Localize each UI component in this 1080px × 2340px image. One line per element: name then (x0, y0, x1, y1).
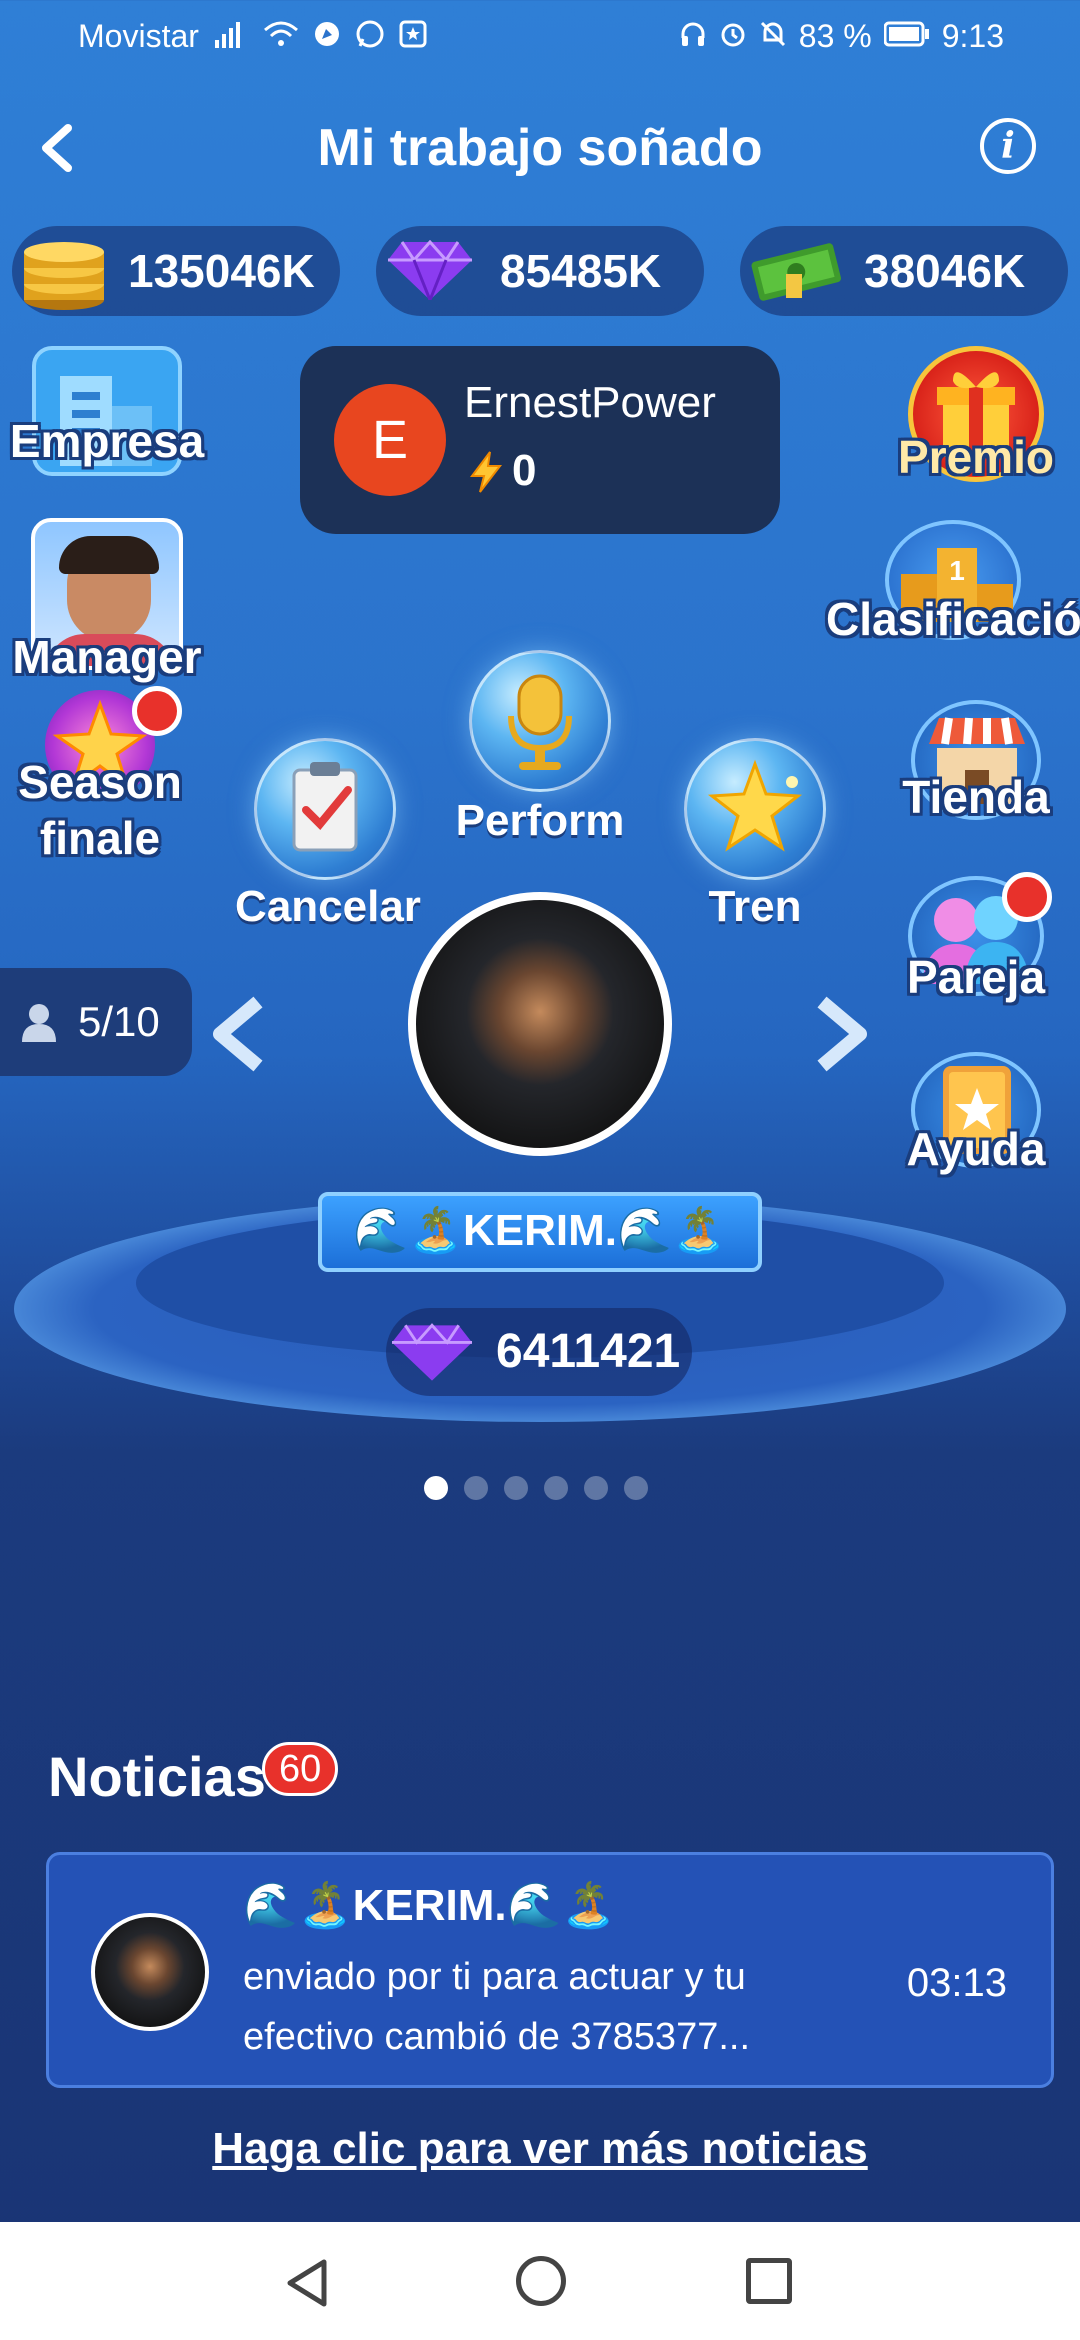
system-nav-bar (0, 2222, 1080, 2340)
performer-count: 5/10 (0, 968, 192, 1076)
signal-icon (213, 20, 249, 54)
premio-label: Premio (898, 431, 1054, 483)
person-icon (20, 1002, 58, 1052)
headset-icon (679, 20, 707, 54)
premio-button[interactable]: Premio (876, 346, 1076, 484)
page-dot[interactable] (584, 1476, 608, 1500)
tienda-button[interactable]: Tienda (876, 700, 1076, 824)
chevron-right-icon (817, 996, 867, 1072)
info-icon: i (1001, 125, 1015, 167)
nav-back-button[interactable] (282, 2258, 332, 2313)
gems-value: 85485K (500, 245, 662, 297)
gem-icon (388, 239, 472, 305)
tren-button[interactable] (684, 738, 826, 880)
carrier-label: Movistar (78, 18, 199, 54)
news-avatar (91, 1913, 209, 2031)
wifi-icon (263, 20, 299, 54)
pareja-button[interactable]: Pareja (876, 872, 1076, 1004)
clasificacion-label: Clasificació (826, 593, 1080, 645)
star-icon (684, 738, 826, 880)
user-card[interactable]: E ErnestPower 0 (300, 346, 780, 534)
page-dot[interactable] (504, 1476, 528, 1500)
nav-home-button[interactable] (516, 2256, 566, 2306)
gems-pill[interactable]: 85485K (376, 226, 704, 316)
performer-gems: 6411421 (386, 1308, 692, 1396)
performer-gems-value: 6411421 (496, 1325, 681, 1378)
alarm-icon (719, 20, 747, 54)
info-button[interactable]: i (980, 118, 1036, 174)
page-dot[interactable] (464, 1476, 488, 1500)
user-name: ErnestPower (464, 378, 716, 427)
svg-text:1: 1 (949, 555, 965, 586)
news-item[interactable]: 🌊🏝️KERIM.🌊🏝️ enviado por ti para actuar … (46, 1852, 1054, 2088)
cancelar-button[interactable] (254, 738, 396, 880)
news-message: enviado por ti para actuar y tu efectivo… (243, 1956, 751, 2058)
performer-name: 🌊🏝️KERIM.🌊🏝️ (318, 1192, 762, 1272)
coins-icon (18, 232, 110, 312)
news-time: 03:13 (906, 1961, 1007, 2005)
lightning-icon (464, 450, 508, 499)
cancelar-label: Cancelar (235, 882, 421, 931)
page-title: Mi trabajo soñado (317, 119, 763, 177)
news-title: Noticias (48, 1745, 266, 1808)
tienda-label: Tienda (902, 771, 1050, 823)
news-count-badge: 60 (262, 1742, 339, 1796)
clipboard-check-icon (254, 738, 396, 880)
clasificacion-button[interactable]: 1 Clasificació (826, 520, 1080, 646)
mute-bell-icon (759, 20, 787, 54)
page-dot[interactable] (424, 1476, 448, 1500)
whatsapp-icon (355, 19, 385, 55)
manager-label: Manager (12, 631, 202, 683)
coins-value: 135046K (128, 245, 315, 297)
tren-label: Tren (708, 882, 802, 931)
page-dot[interactable] (544, 1476, 568, 1500)
battery-icon (883, 21, 930, 53)
cash-pill[interactable]: 38046K (740, 226, 1068, 316)
gem-icon (392, 1322, 472, 1387)
chevron-left-icon (213, 996, 263, 1072)
nav-recent-apps-button[interactable] (746, 2258, 792, 2304)
user-power-value: 0 (512, 446, 537, 495)
more-news-link[interactable]: Haga clic para ver más noticias (0, 2124, 1080, 2174)
user-avatar: E (334, 384, 446, 496)
cash-value: 38046K (864, 245, 1026, 297)
triangle-back-icon (287, 2259, 327, 2307)
clock: 9:13 (941, 18, 1004, 54)
carousel-pagination (424, 1476, 648, 1500)
status-bar: Movistar 83 % 9:13 (0, 0, 1080, 72)
performer-avatar[interactable] (408, 892, 672, 1156)
manager-button[interactable]: Manager (0, 518, 214, 684)
news-sender-name: 🌊🏝️KERIM.🌊🏝️ (243, 1881, 617, 1930)
previous-performer-button[interactable] (208, 996, 270, 1077)
starmaker-icon (399, 20, 427, 54)
performer-photo (416, 900, 664, 1148)
microphone-icon (469, 650, 611, 792)
ayuda-label: Ayuda (906, 1123, 1046, 1175)
empresa-button[interactable]: Empresa (0, 346, 214, 476)
compass-icon (313, 20, 341, 54)
pareja-notification-dot (1002, 872, 1052, 922)
perform-label: Perform (455, 796, 625, 845)
season-notification-dot (132, 686, 182, 736)
page-dot[interactable] (624, 1476, 648, 1500)
season-label: Season (18, 756, 182, 808)
cash-icon (746, 238, 846, 309)
next-performer-button[interactable] (810, 996, 872, 1077)
perform-button[interactable] (466, 650, 614, 792)
empresa-label: Empresa (9, 415, 205, 467)
finale-label: finale (39, 812, 161, 864)
performer-count-value: 5/10 (78, 998, 160, 1045)
ayuda-button[interactable]: Ayuda (876, 1052, 1076, 1176)
battery-percent: 83 % (798, 18, 872, 54)
season-finale-button[interactable]: Season finale (0, 686, 200, 866)
pareja-label: Pareja (906, 951, 1046, 1003)
coins-pill[interactable]: 135046K (12, 226, 340, 316)
